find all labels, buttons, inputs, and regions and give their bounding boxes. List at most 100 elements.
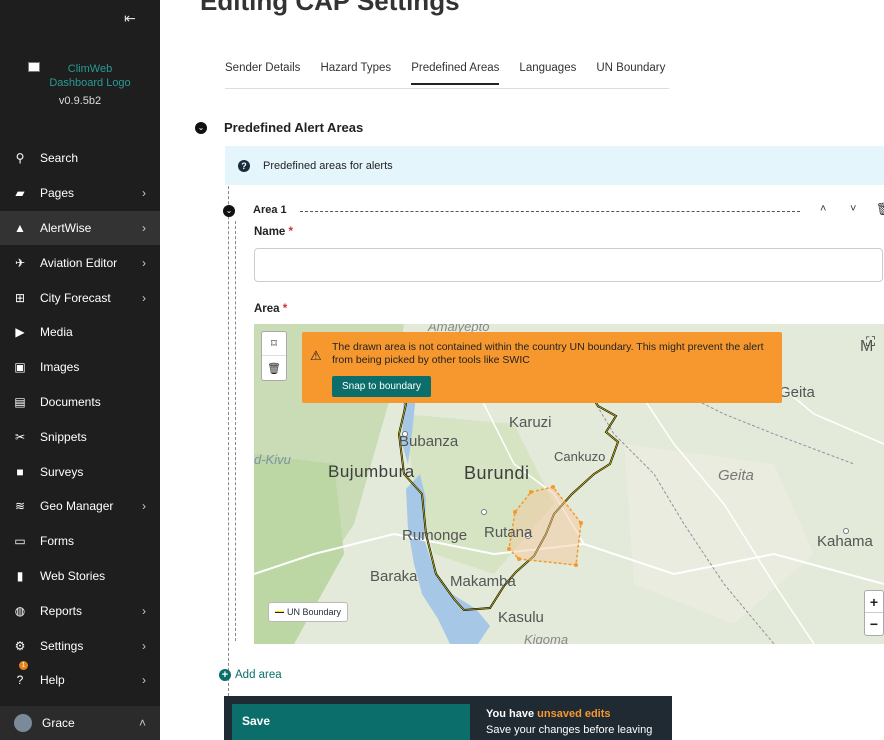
place-label: Baraka [370, 568, 418, 585]
help-box: ? Predefined areas for alerts [225, 146, 884, 185]
area-field-label: Area * [254, 303, 287, 315]
section-guide-line [228, 146, 229, 706]
sidebar-item-media[interactable]: ▶ Media [0, 315, 160, 350]
user-menu[interactable]: Grace ˄ [0, 706, 160, 740]
question-icon: ? [238, 159, 250, 172]
help-badge: 1 [19, 660, 28, 670]
play-icon: ▶ [15, 325, 25, 340]
zoom-control: + − [864, 590, 884, 636]
sidebar-item-images[interactable]: ▣ Images [0, 350, 160, 385]
place-label: d-Kivu [254, 452, 291, 467]
sidebar-item-label: Search [40, 151, 79, 166]
sidebar-item-label: Pages [40, 186, 75, 201]
sidebar-item-alertwise[interactable]: ▲ AlertWise › [0, 210, 160, 246]
cogs-icon: ⚙ [14, 638, 26, 653]
section-title: Predefined Alert Areas [224, 120, 364, 135]
chevron-right-icon: › [142, 220, 146, 235]
sidebar-item-snippets[interactable]: ✂ Snippets [0, 419, 160, 454]
move-up-icon[interactable]: ˄ [820, 203, 826, 215]
sidebar-item-forms[interactable]: ▭ Forms [0, 524, 160, 559]
layers-icon: ≋ [14, 499, 26, 514]
document-icon: ▤ [14, 394, 26, 409]
place-label: Kahama [817, 533, 873, 550]
place-label: Cankuzo [554, 449, 606, 464]
name-input[interactable] [254, 248, 883, 282]
place-label: Bubanza [399, 433, 459, 450]
place-label: Kigoma [524, 632, 569, 644]
chevron-right-icon: › [142, 290, 146, 305]
sidebar-item-label: Geo Manager [40, 499, 114, 514]
stories-icon: ▮ [16, 568, 24, 583]
section-collapse-icon[interactable]: ⌄ [195, 122, 207, 134]
sidebar-item-label: Snippets [40, 429, 87, 444]
save-button[interactable]: Save [232, 704, 470, 740]
help-icon: ? [16, 673, 24, 688]
sidebar-item-label: City Forecast [40, 290, 111, 305]
name-label-text: Name [254, 226, 286, 238]
fullscreen-icon[interactable]: ⛶ [866, 334, 884, 352]
area-guide-line [235, 221, 236, 641]
zoom-in-button[interactable]: + [865, 591, 883, 613]
chevron-right-icon: › [142, 186, 146, 201]
plane-icon: ✈ [14, 255, 26, 270]
sidebar-item-surveys[interactable]: ■ Surveys [0, 454, 160, 489]
area-collapse-icon[interactable]: ⌄ [223, 205, 235, 217]
warning-icon: ⚠ [310, 348, 322, 363]
tab-predefined-areas[interactable]: Predefined Areas [411, 62, 500, 85]
sidebar-item-documents[interactable]: ▤ Documents [0, 385, 160, 420]
delete-icon[interactable]: 🗑 [876, 202, 884, 216]
sidebar-item-help[interactable]: ? 1 Help › [0, 660, 160, 698]
place-label: Rumonge [402, 527, 468, 544]
tab-un-boundary[interactable]: UN Boundary [596, 62, 665, 85]
sidebar-item-settings[interactable]: ⚙ Settings › [0, 628, 160, 663]
area-divider [300, 211, 800, 212]
sidebar-item-label: AlertWise [40, 220, 92, 235]
add-area-button[interactable]: + Add area [219, 669, 282, 681]
chevron-right-icon: › [142, 603, 146, 618]
user-name: Grace [42, 716, 75, 730]
chevron-right-icon: › [142, 673, 146, 688]
folder-open-icon: ▰ [15, 186, 25, 201]
collapse-left-icon[interactable]: ⇤ [124, 10, 136, 27]
place-label: Kasulu [498, 609, 544, 626]
map-legend: UN Boundary [268, 602, 349, 622]
unsaved-subtext: Save your changes before leaving [486, 724, 653, 736]
sidebar-item-reports[interactable]: ◍ Reports › [0, 593, 160, 628]
boundary-warning: ⚠ The drawn area is not contained within… [302, 332, 782, 403]
sidebar-item-aviation-editor[interactable]: ✈ Aviation Editor › [0, 245, 160, 280]
draw-toolbar: ⌑ 🗑 [261, 331, 287, 381]
settings-tabs: Sender Details Hazard Types Predefined A… [225, 62, 665, 85]
version-label: v0.9.5b2 [58, 95, 102, 107]
sidebar-item-search[interactable]: ⚲ Search [0, 141, 160, 176]
tab-hazard-types[interactable]: Hazard Types [320, 62, 391, 85]
tab-sender-details[interactable]: Sender Details [225, 62, 300, 85]
draw-polygon-icon[interactable]: ⌑ [262, 332, 286, 356]
sidebar-item-city-forecast[interactable]: ⊞ City Forecast › [0, 280, 160, 315]
sidebar-item-web-stories[interactable]: ▮ Web Stories [0, 559, 160, 594]
move-down-icon[interactable]: ˅ [850, 203, 856, 215]
add-area-label: Add area [235, 669, 282, 681]
unsaved-prefix: You have [486, 708, 538, 720]
warning-text: The drawn area is not contained within t… [332, 341, 764, 366]
area-map[interactable]: Amaiyepto M Karuzi Bubanza d-Kivu Bujumb… [254, 324, 884, 644]
chevron-right-icon: › [142, 255, 146, 270]
trash-icon[interactable]: 🗑 [262, 356, 286, 380]
sidebar-item-label: Aviation Editor [40, 255, 118, 270]
sidebar-item-label: Media [40, 325, 73, 340]
folder-icon: ■ [16, 464, 24, 479]
place-label: Karuzi [509, 414, 552, 431]
place-label: Geita [779, 384, 815, 401]
sidebar-item-pages[interactable]: ▰ Pages › [0, 176, 160, 211]
zoom-out-button[interactable]: − [865, 613, 883, 635]
tab-languages[interactable]: Languages [519, 62, 576, 85]
sidebar-item-label: Documents [40, 394, 101, 409]
snap-to-boundary-button[interactable]: Snap to boundary [332, 376, 431, 397]
place-label: Bujumbura [328, 462, 415, 481]
sidebar-item-label: Settings [40, 638, 84, 653]
sidebar-item-label: Reports [40, 603, 83, 618]
dashboard-logo[interactable]: ClimWeb Dashboard Logo [28, 62, 138, 90]
form-icon: ▭ [14, 534, 26, 549]
legend-swatch [275, 611, 284, 613]
sidebar-item-geo-manager[interactable]: ≋ Geo Manager › [0, 489, 160, 524]
snippet-icon: ✂ [14, 429, 26, 444]
